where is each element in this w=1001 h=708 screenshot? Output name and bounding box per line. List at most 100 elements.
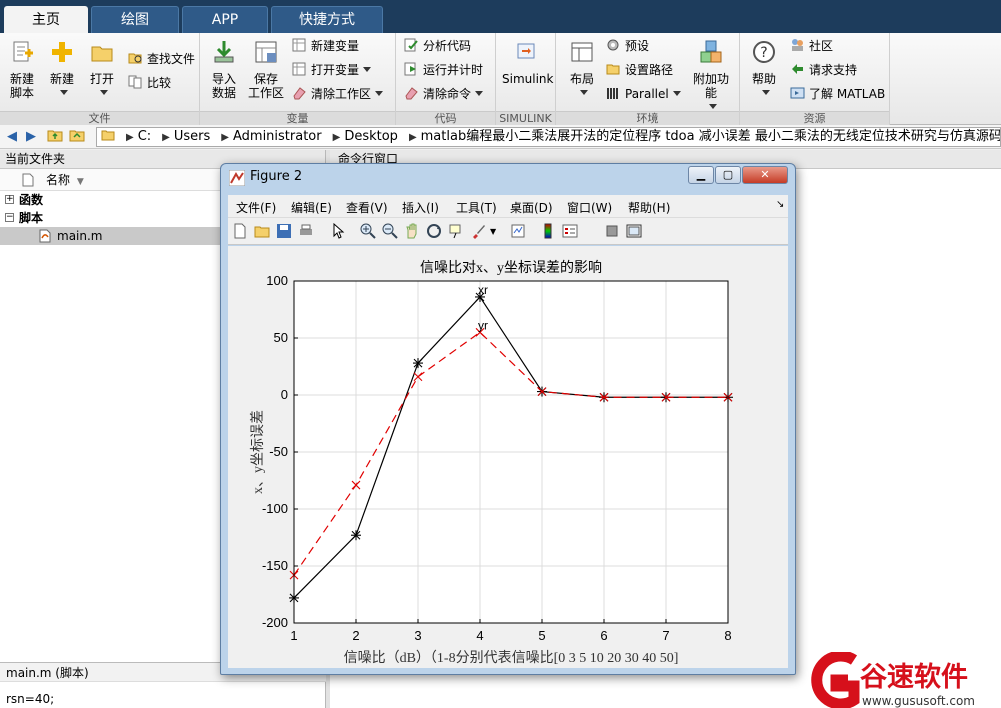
document-icon [22, 173, 34, 187]
clear-workspace-button[interactable]: 清除工作区 [292, 84, 384, 104]
print-icon[interactable] [298, 223, 314, 239]
collapse-icon[interactable]: − [5, 213, 14, 222]
menu-file[interactable]: 文件(F) [236, 199, 276, 216]
maximize-button[interactable]: ▢ [715, 166, 741, 184]
preferences-button[interactable]: 预设 [606, 36, 649, 56]
chevron-down-icon [363, 67, 372, 72]
chevron-down-icon [709, 104, 717, 109]
back-arrow-icon[interactable]: ◀ [3, 128, 21, 146]
chevron-down-icon [672, 91, 681, 96]
data-cursor-icon[interactable] [448, 223, 464, 239]
simulink-group-caption: SIMULINK [496, 111, 555, 125]
zoom-out-icon[interactable] [382, 223, 398, 239]
chevron-down-icon[interactable]: ▼ [490, 227, 496, 236]
hide-plot-tools-icon[interactable] [604, 223, 620, 239]
rotate-3d-icon[interactable] [426, 223, 442, 239]
svg-text:?: ? [760, 45, 767, 61]
x-tick-label: 1 [290, 628, 297, 643]
addons-button[interactable]: 附加功能 [688, 39, 734, 114]
colorbar-icon[interactable] [540, 223, 556, 239]
show-plot-tools-icon[interactable] [626, 223, 642, 239]
path-segment[interactable]: Users [174, 129, 210, 144]
minimize-button[interactable]: ▁ [688, 166, 714, 184]
analyze-code-button[interactable]: 分析代码 [404, 36, 471, 56]
learn-matlab-button[interactable]: 了解 MATLAB [790, 84, 885, 104]
brush-icon[interactable] [470, 223, 486, 239]
code-group-caption: 代码 [396, 111, 495, 125]
matlab-logo-icon [229, 170, 245, 186]
line-chart: xr yr 1 2 3 4 5 6 7 8 100 50 0 -50 -100 -150 -200 信噪比对x… [250, 260, 733, 666]
figure-window: Figure 2 ▁ ▢ ✕ 文件(F) 编辑(E) 查看(V) 插入(I) 工… [220, 163, 796, 675]
chevron-right-icon: ▶ [126, 132, 134, 143]
menu-tools[interactable]: 工具(T) [456, 199, 497, 216]
save-workspace-button[interactable]: 保存 工作区 [244, 39, 288, 100]
help-button[interactable]: ? 帮助 [744, 39, 784, 100]
parallel-button[interactable]: Parallel [606, 84, 681, 104]
path-segment[interactable]: matlab编程最小二乘法展开法的定位程序 tdoa 减小误差 最小二乘法的无线… [421, 129, 1000, 144]
set-path-button[interactable]: 设置路径 [606, 60, 673, 80]
pointer-icon[interactable] [330, 223, 346, 239]
dock-arrow-icon[interactable]: ↘ [776, 199, 784, 210]
clear-commands-button[interactable]: 清除命令 [404, 84, 484, 104]
run-and-time-icon [404, 62, 416, 76]
path-segment[interactable]: Administrator [233, 129, 322, 144]
path-segment[interactable]: C: [138, 129, 151, 144]
file-group-caption: 文件 [0, 111, 199, 125]
pan-hand-icon[interactable] [404, 223, 420, 239]
new-variable-button[interactable]: 新建变量 [292, 36, 359, 56]
watermark-url: www.gususoft.com [862, 694, 975, 708]
legend-icon[interactable] [562, 223, 578, 239]
figure-canvas[interactable]: xr yr 1 2 3 4 5 6 7 8 100 50 0 -50 -100 -150 -200 信噪比对x… [228, 246, 788, 668]
series-annotation-xr: xr [478, 283, 488, 297]
y-tick-label: 100 [266, 273, 288, 288]
expand-icon[interactable]: + [5, 195, 14, 204]
open-file-icon[interactable] [254, 223, 270, 239]
simulink-button[interactable]: Simulink [502, 39, 553, 86]
open-variable-button[interactable]: 打开变量 [292, 60, 372, 80]
chevron-right-icon: ▶ [332, 132, 341, 143]
save-icon[interactable] [276, 223, 292, 239]
new-figure-icon[interactable] [232, 223, 248, 239]
y-axis-label: x、y坐标误差 [250, 410, 266, 494]
community-button[interactable]: 社区 [790, 36, 833, 56]
zoom-in-icon[interactable] [360, 223, 376, 239]
tab-shortcuts[interactable]: 快捷方式 [271, 6, 383, 33]
tab-plots[interactable]: 绘图 [91, 6, 179, 33]
y-tick-label: -200 [262, 615, 288, 630]
menu-help[interactable]: 帮助(H) [628, 199, 670, 216]
layout-button[interactable]: 布局 [562, 39, 602, 100]
browse-folder-icon[interactable] [68, 128, 86, 146]
find-files-button[interactable]: 查找文件 [128, 49, 195, 69]
gear-icon [607, 39, 619, 51]
figure-titlebar[interactable]: Figure 2 ▁ ▢ ✕ [221, 164, 795, 192]
chevron-right-icon: ▶ [162, 132, 170, 143]
resources-group-caption: 资源 [740, 111, 889, 125]
path-segment[interactable]: Desktop [344, 129, 398, 144]
path-field[interactable]: ▶ C: ▶ Users ▶ Administrator ▶ Desktop ▶ matlab编程… [96, 127, 1001, 147]
menu-window[interactable]: 窗口(W) [567, 199, 612, 216]
menu-edit[interactable]: 编辑(E) [291, 199, 332, 216]
up-folder-icon[interactable] [46, 128, 64, 146]
chevron-down-icon [375, 91, 384, 96]
import-data-button[interactable]: 导入 数据 [204, 39, 244, 100]
request-support-button[interactable]: 请求支持 [790, 60, 857, 80]
forward-arrow-icon[interactable]: ▶ [22, 128, 40, 146]
run-and-time-button[interactable]: 运行并计时 [404, 60, 483, 80]
compare-button[interactable]: 比较 [128, 73, 171, 93]
import-icon [214, 41, 234, 63]
link-plot-icon[interactable] [510, 223, 526, 239]
new-button[interactable]: 新建 [42, 39, 82, 100]
menu-desktop[interactable]: 桌面(D) [510, 199, 553, 216]
open-button[interactable]: 打开 [82, 39, 122, 100]
menu-insert[interactable]: 插入(I) [402, 199, 439, 216]
code-group: 分析代码 运行并计时 清除命令 代码 [396, 33, 496, 125]
new-script-button[interactable]: 新建 脚本 [2, 39, 42, 100]
close-button[interactable]: ✕ [742, 166, 788, 184]
tab-apps[interactable]: APP [182, 6, 268, 33]
tab-home[interactable]: 主页 [4, 6, 88, 33]
menu-view[interactable]: 查看(V) [346, 199, 388, 216]
learn-icon [790, 87, 805, 99]
new-variable-icon [292, 38, 306, 52]
compare-icon [128, 75, 142, 89]
data-point-xr [413, 358, 423, 369]
